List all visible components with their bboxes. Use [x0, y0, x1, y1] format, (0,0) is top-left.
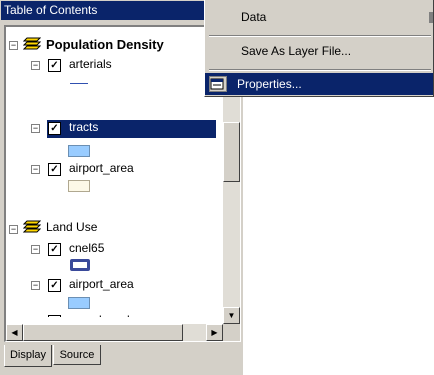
- collapse-toggle-arterials[interactable]: −: [31, 61, 40, 70]
- menu-separator: [209, 69, 431, 71]
- layer-visibility-checkbox-cnel65[interactable]: ✓: [48, 243, 61, 256]
- line-symbol-arterials: [70, 83, 88, 84]
- submenu-arrow-icon: [429, 12, 433, 23]
- collapse-toggle-tracts[interactable]: −: [31, 124, 40, 133]
- group-label-population-density[interactable]: Population Density: [46, 37, 164, 52]
- outline-symbol-cnel65: [70, 259, 90, 271]
- menu-item-data-label: Data: [241, 10, 267, 24]
- scroll-right-button[interactable]: ▶: [206, 324, 223, 341]
- vertical-scroll-thumb[interactable]: [223, 122, 240, 182]
- horizontal-scroll-thumb[interactable]: [23, 324, 183, 341]
- menu-item-properties-label: Properties...: [237, 77, 302, 91]
- scrollbar-corner: [223, 324, 240, 341]
- layer-tree: − Population Density − ✓ arterials − ✓ t…: [6, 27, 216, 317]
- data-frame-layers-icon: [23, 220, 41, 233]
- group-label-land-use[interactable]: Land Use: [46, 220, 97, 234]
- menu-item-save-as-layer-file-label: Save As Layer File...: [241, 44, 352, 58]
- collapse-toggle-airport-area-2[interactable]: −: [31, 281, 40, 290]
- fill-symbol-airport-area-2: [68, 297, 90, 309]
- layer-label-cnel65[interactable]: cnel65: [69, 241, 104, 255]
- collapse-toggle-cnel65[interactable]: −: [31, 245, 40, 254]
- scroll-down-button[interactable]: ▼: [223, 307, 240, 324]
- layer-visibility-checkbox-parcels-sel[interactable]: ✓: [48, 315, 61, 317]
- data-frame-layers-icon: [23, 37, 41, 50]
- menu-item-data[interactable]: Data: [209, 6, 433, 28]
- layer-visibility-checkbox-arterials[interactable]: ✓: [48, 59, 61, 72]
- properties-icon: [209, 76, 227, 92]
- layer-label-parcels-sel[interactable]: parcels_sel: [69, 313, 130, 317]
- layer-label-airport-area-2[interactable]: airport_area: [69, 277, 134, 291]
- collapse-toggle-airport-area[interactable]: −: [31, 165, 40, 174]
- layer-context-menu: Data Save As Layer File... Properties...: [204, 0, 434, 97]
- scroll-left-button[interactable]: ◀: [6, 324, 23, 341]
- fill-symbol-tracts: [68, 145, 90, 157]
- tab-display[interactable]: Display: [4, 345, 52, 367]
- menu-item-save-as-layer-file[interactable]: Save As Layer File...: [209, 40, 433, 62]
- horizontal-scrollbar[interactable]: ◀ ▶: [6, 324, 223, 341]
- menu-item-properties[interactable]: Properties...: [205, 73, 433, 95]
- menu-separator: [209, 35, 431, 37]
- layer-visibility-checkbox-tracts[interactable]: ✓: [48, 122, 61, 135]
- collapse-toggle-population-density[interactable]: −: [9, 41, 18, 50]
- layer-visibility-checkbox-airport-area[interactable]: ✓: [48, 163, 61, 176]
- collapse-toggle-land-use[interactable]: −: [9, 225, 18, 234]
- layer-label-airport-area[interactable]: airport_area: [69, 161, 134, 175]
- fill-symbol-airport-area: [68, 180, 90, 192]
- tab-source[interactable]: Source: [53, 345, 101, 365]
- layer-visibility-checkbox-airport-area-2[interactable]: ✓: [48, 279, 61, 292]
- layer-label-arterials[interactable]: arterials: [69, 57, 112, 71]
- layer-label-tracts[interactable]: tracts: [69, 120, 98, 134]
